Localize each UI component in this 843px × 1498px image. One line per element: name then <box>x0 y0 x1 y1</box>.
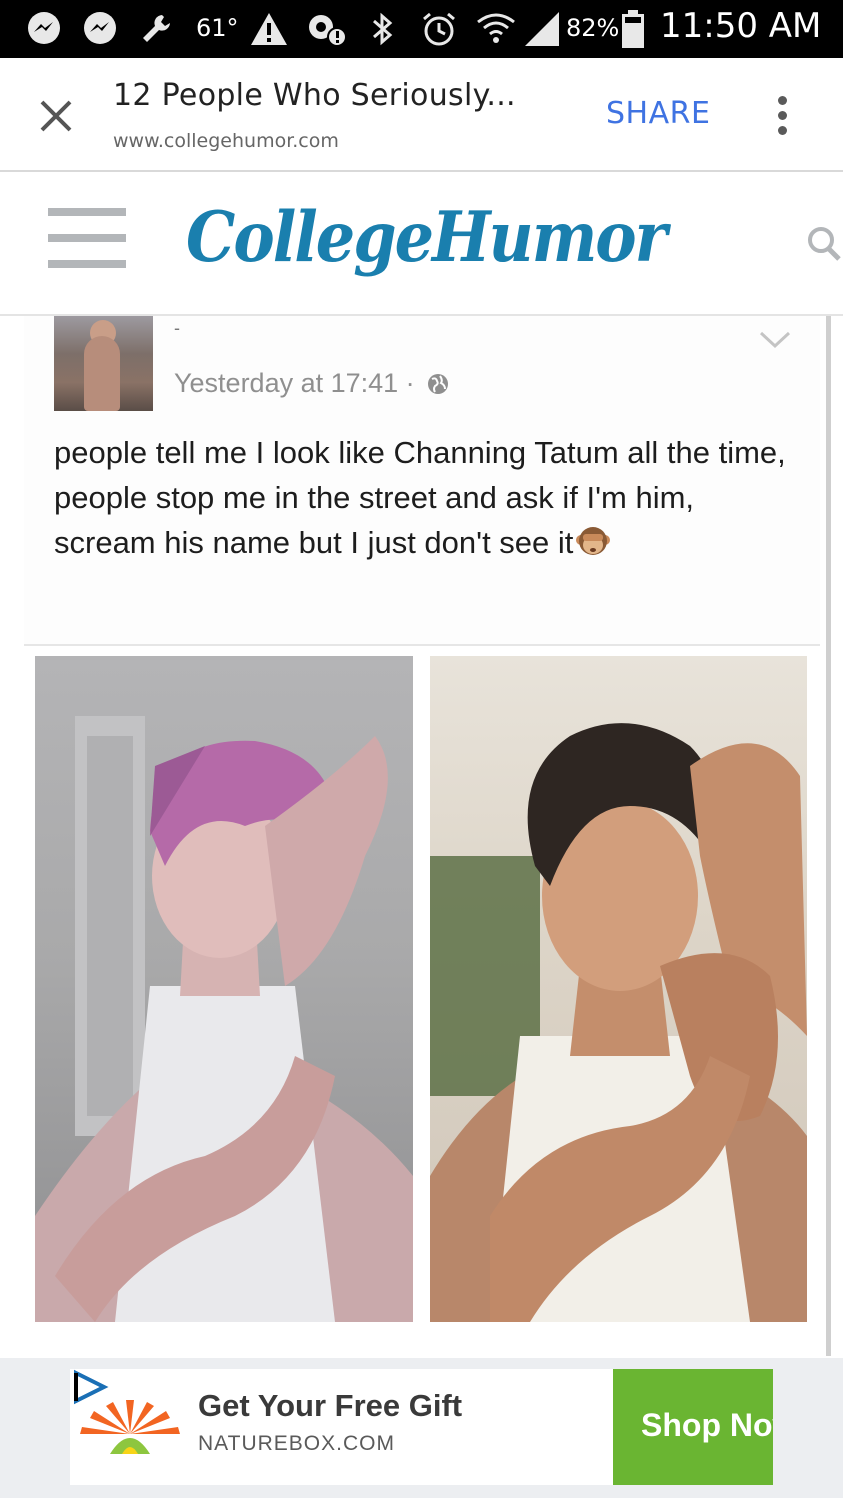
bluetooth-icon <box>366 10 400 48</box>
hamburger-icon[interactable] <box>48 208 126 268</box>
globe-icon <box>426 372 450 403</box>
security-icon <box>304 10 350 48</box>
shop-now-button[interactable]: Shop Now <box>613 1369 773 1485</box>
shop-now-label: Shop Now <box>641 1407 773 1443</box>
signal-icon <box>522 10 562 48</box>
naturebox-sun-icon <box>76 1394 184 1460</box>
ad-title[interactable]: Get Your Free Gift <box>198 1388 462 1424</box>
scrollbar[interactable] <box>826 316 831 1356</box>
status-bar: 61° 82% 11:50 AM <box>0 0 843 58</box>
site-header: CollegeHumor <box>0 172 843 316</box>
share-button[interactable]: SHARE <box>606 96 710 131</box>
post-body: people tell me I look like Channing Tatu… <box>54 430 794 565</box>
post-time: Yesterday at 17:41 · <box>174 368 415 398</box>
avatar[interactable] <box>54 316 153 411</box>
post-body-text: people tell me I look like Channing Tatu… <box>54 435 786 560</box>
post-timestamp: Yesterday at 17:41 · <box>174 368 450 403</box>
post-author[interactable]: - <box>174 318 180 339</box>
temperature-label: 61° <box>196 14 239 42</box>
warning-icon <box>248 10 290 48</box>
site-logo[interactable]: CollegeHumor <box>186 196 667 278</box>
close-icon[interactable] <box>34 94 78 138</box>
messenger-icon <box>24 10 64 48</box>
battery-percent: 82% <box>566 14 620 42</box>
clock: 11:50 AM <box>660 6 822 46</box>
messenger-icon <box>80 10 120 48</box>
search-icon[interactable] <box>806 224 842 264</box>
wrench-icon <box>136 10 176 48</box>
chevron-down-icon[interactable] <box>758 328 792 352</box>
page-title: 12 People Who Seriously... <box>113 78 516 113</box>
alarm-icon <box>418 10 460 48</box>
browser-toolbar <box>0 58 843 172</box>
more-vert-icon[interactable] <box>770 96 794 136</box>
post-photo-right[interactable] <box>430 656 807 1322</box>
see-no-evil-monkey-icon <box>575 523 611 559</box>
ad-domain: NATUREBOX.COM <box>198 1432 395 1455</box>
page-url: www.collegehumor.com <box>113 130 339 152</box>
post-photo-left[interactable] <box>35 656 413 1322</box>
wifi-icon <box>474 10 518 48</box>
battery-icon <box>620 10 646 48</box>
